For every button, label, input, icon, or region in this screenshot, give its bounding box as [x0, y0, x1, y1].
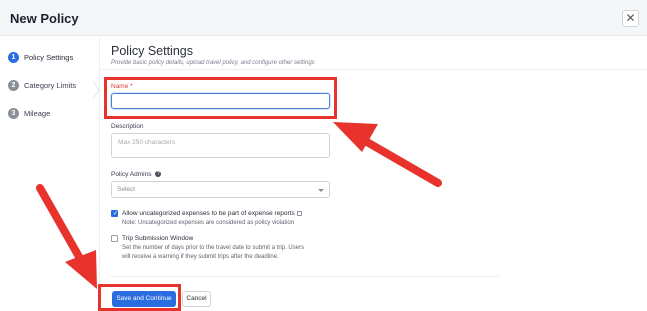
policy-admins-label-text: Policy Admins — [111, 171, 152, 178]
chevron-down-icon — [318, 189, 324, 192]
close-button[interactable]: ✕ — [622, 10, 639, 27]
description-textarea[interactable]: Max 250 characters — [111, 133, 330, 158]
step-mileage[interactable]: 3 Mileage — [8, 106, 50, 120]
divider — [110, 276, 500, 277]
step-number-icon: 1 — [8, 51, 19, 63]
policy-admins-select[interactable]: Select — [111, 181, 330, 198]
step-number-icon: 2 — [8, 79, 19, 91]
active-step-chevron-icon — [92, 80, 100, 100]
uncategorized-label-text: Allow uncategorized expenses to be part … — [122, 210, 295, 217]
trip-submission-note-2: will receive a warning if they submit tr… — [122, 254, 279, 260]
info-icon — [296, 210, 302, 216]
trip-submission-checkbox[interactable] — [111, 235, 118, 242]
save-highlight-box — [98, 284, 181, 311]
uncategorized-label: Allow uncategorized expenses to be part … — [122, 210, 302, 217]
step-label: Mileage — [24, 108, 51, 118]
step-label: Policy Settings — [24, 52, 74, 62]
description-label: Description — [111, 123, 144, 130]
step-policy-settings[interactable]: 1 Policy Settings — [8, 50, 73, 64]
step-number-icon: 3 — [8, 107, 19, 119]
uncategorized-checkbox[interactable]: ✓ — [111, 210, 118, 217]
trip-submission-note-1: Set the number of days prior to the trav… — [122, 245, 305, 251]
trip-submission-label: Trip Submission Window — [122, 235, 194, 242]
policy-admins-label: Policy Admins ? — [111, 171, 162, 178]
cancel-button[interactable]: Cancel — [182, 291, 211, 307]
step-label: Category Limits — [24, 80, 77, 90]
step-category-limits[interactable]: 2 Category Limits — [8, 78, 76, 92]
check-icon: ✓ — [113, 211, 119, 217]
steps-sidebar: 1 Policy Settings 2 Category Limits 3 Mi… — [0, 36, 100, 311]
divider — [100, 69, 647, 70]
description-placeholder: Max 250 characters — [118, 139, 176, 146]
name-highlight-box — [104, 77, 337, 119]
section-title: Policy Settings — [111, 44, 193, 58]
section-subtitle: Provide basic policy details, upload tra… — [111, 60, 315, 66]
select-value: Select — [117, 186, 136, 193]
help-icon[interactable]: ? — [155, 171, 162, 178]
modal-title: New Policy — [10, 11, 79, 26]
uncategorized-note: Note: Uncategorized expenses are conside… — [122, 220, 295, 226]
modal-header: New Policy ✕ — [0, 0, 647, 36]
